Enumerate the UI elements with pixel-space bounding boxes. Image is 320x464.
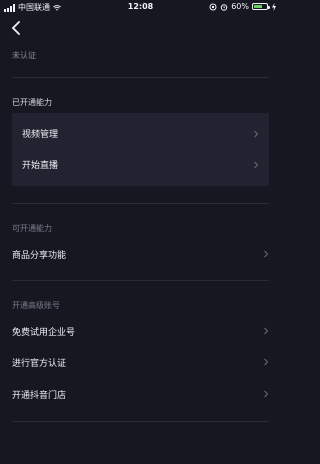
- back-button[interactable]: [10, 20, 24, 36]
- product-share-label: 商品分享功能: [12, 250, 67, 261]
- official-verification-label: 进行官方认证: [12, 358, 67, 369]
- start-live-label: 开始直播: [22, 161, 59, 171]
- chevron-right-icon: [254, 130, 259, 137]
- chevron-right-icon: [264, 358, 269, 366]
- official-verification-item[interactable]: 进行官方认证: [12, 348, 269, 376]
- battery-icon: [252, 3, 270, 10]
- enabled-section-title: 已开通能力: [12, 98, 52, 107]
- enterprise-trial-item[interactable]: 免费试用企业号: [12, 317, 269, 345]
- chevron-right-icon: [264, 390, 269, 398]
- advanced-section-title: 开通高级账号: [12, 301, 60, 310]
- open-store-item[interactable]: 开通抖音门店: [12, 380, 269, 408]
- chevron-right-icon: [264, 250, 269, 258]
- divider: [12, 77, 269, 78]
- alarm-icon: [220, 3, 228, 11]
- enabled-capabilities-card: 视频管理 开始直播: [12, 113, 269, 186]
- divider: [12, 421, 269, 422]
- battery-percentage: 60%: [231, 2, 249, 11]
- divider: [12, 280, 269, 281]
- verification-status: 未认证: [12, 51, 36, 60]
- status-right: 60%: [209, 2, 277, 11]
- video-management-label: 视频管理: [22, 130, 59, 140]
- chevron-right-icon: [264, 327, 269, 335]
- available-section-title: 可开通能力: [12, 224, 52, 233]
- start-live-item[interactable]: 开始直播: [22, 149, 269, 180]
- video-management-item[interactable]: 视频管理: [22, 118, 269, 149]
- back-arrow-icon: [11, 21, 20, 35]
- orientation-lock-icon: [209, 3, 217, 10]
- product-share-item[interactable]: 商品分享功能: [12, 240, 269, 268]
- chevron-right-icon: [254, 161, 259, 168]
- divider: [12, 203, 269, 204]
- open-store-label: 开通抖音门店: [12, 390, 67, 401]
- enterprise-trial-label: 免费试用企业号: [12, 327, 76, 338]
- charging-bolt-icon: [272, 2, 276, 11]
- status-bar: 中国联通 12:08 60%: [0, 0, 281, 16]
